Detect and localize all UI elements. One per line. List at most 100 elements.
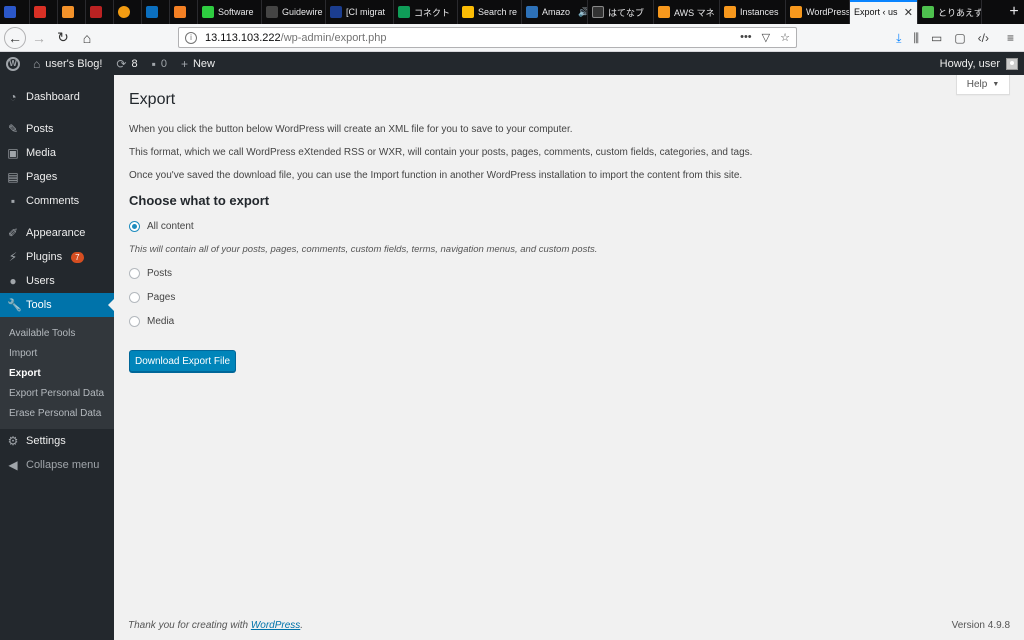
tab-label: Amazo (542, 7, 571, 17)
radio-all-content[interactable] (129, 221, 140, 232)
sidebar-item-pages[interactable]: ▤ Pages (0, 165, 114, 189)
pages-icon: ▤ (7, 170, 19, 184)
help-button[interactable]: Help ▼ (956, 75, 1010, 95)
export-option-pages[interactable]: Pages (129, 292, 175, 303)
browser-tab[interactable] (142, 0, 170, 24)
browser-tab[interactable]: [CI migrat (326, 0, 394, 24)
download-icon[interactable]: ⤓ (896, 31, 901, 46)
sidebar-item-posts[interactable]: ✎ Posts (0, 117, 114, 141)
radio-pages[interactable] (129, 292, 140, 303)
tab-favicon-icon (174, 6, 186, 18)
radio-media[interactable] (129, 316, 140, 327)
browser-tab[interactable]: WordPress (786, 0, 850, 24)
sidebar-item-users[interactable]: ● Users (0, 269, 114, 293)
speaker-icon[interactable]: 🔊 (578, 7, 587, 18)
all-content-description: This will contain all of your posts, pag… (129, 244, 598, 255)
tab-label: はてなブ (608, 7, 645, 18)
google-drive-icon (462, 6, 474, 18)
sidebar-icon[interactable]: ▭ (931, 31, 942, 45)
submenu-item-export-personal-data[interactable]: Export Personal Data (0, 383, 114, 403)
sidebar-item-media[interactable]: ▣ Media (0, 141, 114, 165)
tab-label: [CI migrat (346, 7, 386, 17)
submenu-item-erase-personal-data[interactable]: Erase Personal Data (0, 403, 114, 423)
pocket-icon[interactable]: ▽ (762, 31, 770, 44)
browser-tab[interactable] (30, 0, 58, 24)
browser-tab[interactable]: Search re (458, 0, 522, 24)
home-button[interactable]: ⌂ (76, 27, 98, 49)
wordpress-link[interactable]: WordPress (251, 620, 300, 631)
sidebar-item-label: Users (26, 275, 55, 287)
sidebar-item-dashboard[interactable]: ◔ Dashboard (0, 85, 114, 109)
option-label: Pages (147, 292, 176, 303)
browser-tab[interactable] (86, 0, 114, 24)
comments-icon: ▪ (10, 194, 16, 208)
page-actions-icon[interactable]: ••• (740, 31, 752, 44)
collapse-menu-button[interactable]: ◀ Collapse menu (0, 453, 114, 477)
browser-tab[interactable]: とりあえず (918, 0, 982, 24)
new-tab-button[interactable]: + (1004, 0, 1024, 24)
users-icon: ● (9, 274, 17, 288)
reload-button[interactable]: ↻ (52, 27, 74, 49)
browser-tab[interactable]: Instances (720, 0, 786, 24)
extension-icon[interactable]: ▢ (954, 31, 965, 45)
back-button[interactable]: ← (4, 26, 26, 49)
export-option-all-content[interactable]: All content (129, 221, 194, 232)
browser-tab[interactable]: Amazo 🔊 (522, 0, 588, 24)
browser-tab[interactable]: はてなブ (588, 0, 654, 24)
browser-tab[interactable]: AWS マネ (654, 0, 720, 24)
close-tab-icon[interactable]: ✕ (904, 6, 913, 19)
browser-tab[interactable]: コネクト (394, 0, 458, 24)
sidebar-item-label: Appearance (26, 227, 86, 239)
browser-nav-bar: ← → ↻ ⌂ i 13.113.103.222/wp-admin/export… (0, 24, 1024, 52)
export-option-posts[interactable]: Posts (129, 268, 172, 279)
browser-tab[interactable]: Guidewire (262, 0, 326, 24)
radio-posts[interactable] (129, 268, 140, 279)
sidebar-item-plugins[interactable]: ⚡ Plugins 7 (0, 245, 114, 269)
browser-tab[interactable] (58, 0, 86, 24)
submenu-item-import[interactable]: Import (0, 343, 114, 363)
sidebar-item-settings[interactable]: ⚙ Settings (0, 429, 114, 453)
browser-tab-active[interactable]: Export ‹ us ✕ (850, 0, 918, 24)
plus-icon: + (180, 56, 188, 71)
tools-submenu: Available Tools Import Export Export Per… (0, 317, 114, 429)
sidebar-item-label: Plugins (26, 251, 63, 263)
intro-paragraph-1: When you click the button below WordPres… (129, 124, 573, 135)
new-content-link[interactable]: + New (174, 52, 222, 75)
footer-thanks-prefix: Thank you for creating with (128, 620, 251, 631)
footer-thanks-suffix: . (300, 620, 304, 631)
collapse-icon: ◀ (8, 458, 18, 472)
submenu-item-export[interactable]: Export (0, 363, 114, 383)
sidebar-item-label: Comments (26, 195, 80, 207)
wp-logo-menu[interactable]: W (0, 52, 26, 75)
tab-favicon-icon (526, 6, 538, 18)
comments-count: 0 (160, 57, 167, 70)
browser-tab[interactable] (170, 0, 198, 24)
url-bar[interactable]: i 13.113.103.222/wp-admin/export.php •••… (178, 27, 797, 48)
info-icon[interactable]: i (185, 31, 197, 44)
comments-link[interactable]: ▪ 0 (145, 52, 174, 75)
hamburger-menu-icon[interactable]: ≡ (1007, 31, 1014, 45)
library-icon[interactable]: ⫼ (913, 31, 919, 46)
bookmark-star-icon[interactable]: ☆ (780, 31, 790, 44)
download-export-file-button[interactable]: Download Export File (129, 350, 236, 372)
export-option-media[interactable]: Media (129, 316, 174, 327)
sidebar-item-appearance[interactable]: ✐ Appearance (0, 221, 114, 245)
option-label: Media (147, 316, 175, 327)
browser-tab[interactable] (0, 0, 30, 24)
submenu-item-available-tools[interactable]: Available Tools (0, 323, 114, 343)
updates-link[interactable]: ⟳ 8 (109, 52, 144, 75)
browser-tab[interactable] (114, 0, 142, 24)
my-account[interactable]: Howdy, user (940, 57, 1024, 70)
sidebar-item-tools[interactable]: 🔧 Tools (0, 293, 114, 317)
developer-icon[interactable]: ‹/› (978, 31, 989, 45)
page-title: Export (129, 91, 176, 108)
forward-button[interactable]: → (28, 27, 50, 49)
browser-tab[interactable]: Software (198, 0, 262, 24)
arrow-left-icon: ← (8, 29, 22, 46)
dashboard-icon: ◔ (9, 90, 17, 104)
sidebar-item-comments[interactable]: ▪ Comments (0, 189, 114, 213)
pin-icon: ✎ (7, 122, 19, 136)
intro-paragraph-2: This format, which we call WordPress eXt… (129, 147, 753, 158)
site-name-link[interactable]: ⌂ user's Blog! (26, 52, 109, 75)
aws-icon (724, 6, 736, 18)
